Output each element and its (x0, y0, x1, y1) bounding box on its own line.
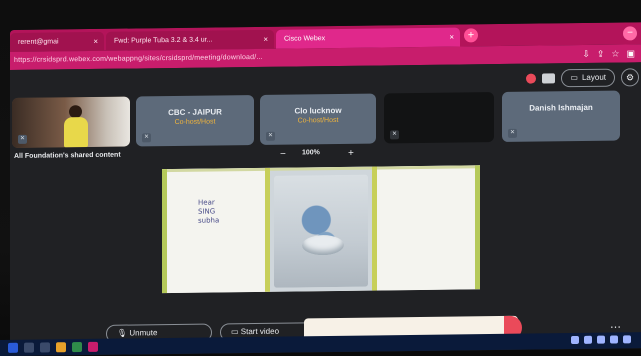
shared-note-text: Hear SING subha (198, 198, 220, 225)
sidebar-icon[interactable]: ▣ (626, 46, 635, 60)
shared-strip-right (374, 165, 480, 291)
layout-icon: ▭ (570, 73, 578, 83)
participant-video (64, 105, 88, 148)
participant-tile-cbc-jaipur[interactable]: CBC - JAIPUR Co-host/Host ✕ (136, 95, 254, 147)
participant-video-tile[interactable]: ✕ (12, 96, 130, 148)
mic-muted-icon: ✕ (390, 130, 399, 140)
star-icon[interactable]: ☆ (611, 47, 619, 61)
close-icon[interactable]: × (263, 30, 268, 49)
strip-border (265, 167, 270, 292)
participant-name: CBC - JAIPUR (168, 107, 222, 118)
share-icon[interactable]: ⇪ (597, 47, 605, 61)
app-icon[interactable] (72, 341, 82, 353)
mic-muted-icon: ✕ (142, 133, 151, 143)
shared-strip-left (162, 167, 268, 294)
shared-content-label: All Foundation's shared content (14, 151, 121, 160)
zoom-level[interactable]: 100% (302, 149, 320, 156)
close-icon[interactable]: × (93, 32, 98, 51)
webex-meeting: ▭ Layout ⚙ ✕ CBC - JAIPUR Co-host/Host ✕… (10, 62, 641, 356)
tab-gmail[interactable]: rerent@gmai × (10, 31, 104, 52)
system-tray (571, 335, 631, 346)
strip-border (475, 165, 480, 290)
mic-muted-icon: ✕ (266, 131, 275, 141)
close-icon[interactable]: × (449, 28, 454, 47)
participant-tile-dark[interactable]: ✕ (384, 92, 494, 144)
person-body (64, 117, 88, 148)
download-icon[interactable]: ⇩ (582, 47, 590, 61)
recording-icon (526, 73, 537, 84)
gear-icon[interactable]: ⚙ (621, 68, 639, 87)
mic-muted-icon: ✕ (508, 128, 517, 138)
participant-tile-lucknow[interactable]: Clo lucknow Co-host/Host ✕ (260, 93, 376, 145)
tray-icon[interactable] (584, 335, 592, 344)
tray-icon[interactable] (597, 335, 605, 344)
mic-muted-icon: ✕ (18, 134, 27, 144)
tray-icon[interactable] (623, 335, 631, 344)
browser-taskbar-icon[interactable] (88, 341, 98, 352)
participant-role: Co-host/Host (297, 116, 339, 125)
tab-webex[interactable]: Cisco Webex × (276, 27, 460, 49)
tab-label: Cisco Webex (284, 35, 326, 43)
layout-button[interactable]: ▭ Layout (561, 68, 615, 88)
camera-icon: ▭ (231, 327, 241, 337)
captions-icon[interactable] (542, 73, 556, 84)
participant-role: Co-host/Host (174, 118, 216, 126)
new-tab-button[interactable]: + (464, 28, 478, 43)
tab-label: Fwd: Purple Tuba 3.2 & 3.4 ur... (114, 36, 213, 45)
tray-icon[interactable] (571, 335, 579, 345)
tray-icon[interactable] (610, 335, 618, 344)
meeting-top-controls: ▭ Layout ⚙ (526, 68, 641, 88)
strip-border (162, 169, 167, 294)
participant-tile-danish[interactable]: Danish Ishmajan ✕ (502, 90, 620, 142)
start-icon[interactable] (8, 342, 18, 353)
address-bar-actions: ⇩ ⇪ ☆ ▣ (582, 46, 635, 61)
tab-label: rerent@gmai (18, 38, 59, 46)
zoom-out-button[interactable]: − (280, 149, 286, 161)
browser-window: rerent@gmai × Fwd: Purple Tuba 3.2 & 3.4… (10, 22, 641, 356)
search-icon[interactable] (24, 342, 34, 353)
shared-screen[interactable]: Hear SING subha (162, 165, 480, 294)
participant-name: Clo lucknow (294, 105, 342, 116)
window-minimize-button[interactable]: − (623, 26, 637, 41)
start-video-label: Start video (240, 326, 280, 337)
layout-label: Layout (581, 72, 606, 83)
unmute-label: Unmute (129, 328, 158, 338)
taskview-icon[interactable] (40, 342, 50, 353)
zoom-in-button[interactable]: + (348, 148, 354, 160)
strip-border (372, 166, 377, 291)
shared-image (274, 174, 368, 288)
participant-name: Danish Ishmajan (529, 102, 593, 113)
mic-icon: 🎙︎ (117, 328, 130, 338)
share-toolbar: All Foundation's shared content − 100% + (10, 144, 641, 166)
explorer-icon[interactable] (56, 342, 66, 353)
tab-forward[interactable]: Fwd: Purple Tuba 3.2 & 3.4 ur... × (106, 29, 274, 51)
